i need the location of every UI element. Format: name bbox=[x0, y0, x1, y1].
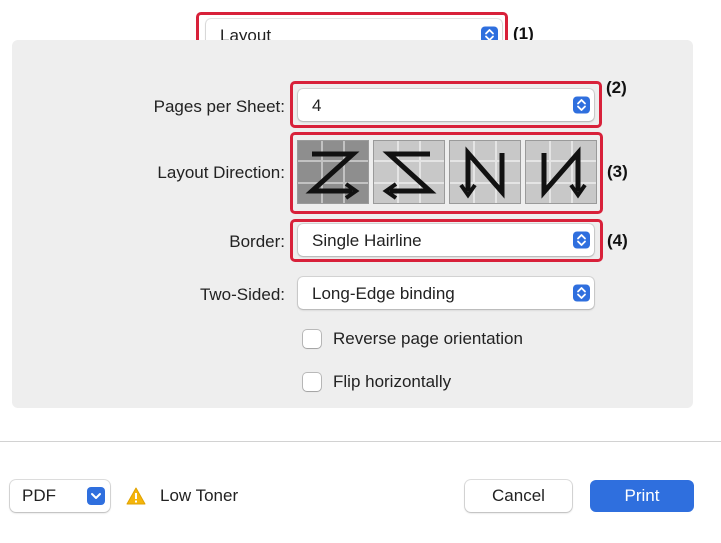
marker-4: (4) bbox=[607, 231, 628, 250]
flip-horizontally-checkbox[interactable] bbox=[303, 373, 321, 391]
footer-divider bbox=[0, 441, 721, 442]
highlight-box-3 bbox=[290, 132, 603, 214]
chevron-down-icon bbox=[87, 487, 105, 505]
marker-2: (2) bbox=[606, 78, 627, 97]
two-sided-popup[interactable]: Long-Edge binding bbox=[298, 277, 594, 309]
two-sided-label: Two-Sided: bbox=[199, 285, 285, 304]
low-toner-status: Low Toner bbox=[160, 486, 239, 505]
highlight-box-2 bbox=[290, 81, 602, 128]
marker-3: (3) bbox=[607, 162, 628, 181]
reverse-orientation-label: Reverse page orientation bbox=[333, 329, 523, 348]
cancel-button[interactable]: Cancel bbox=[465, 480, 572, 512]
reverse-orientation-checkbox[interactable] bbox=[303, 330, 321, 348]
pdf-menu-button[interactable]: PDF bbox=[10, 480, 110, 512]
print-button[interactable]: Print bbox=[590, 480, 694, 512]
popup-stepper-icon bbox=[573, 284, 590, 302]
layout-direction-label: Layout Direction: bbox=[157, 163, 285, 182]
highlight-box-4 bbox=[290, 219, 603, 262]
pages-per-sheet-label: Pages per Sheet: bbox=[153, 97, 285, 116]
flip-horizontally-label: Flip horizontally bbox=[333, 372, 452, 391]
warning-triangle-icon bbox=[126, 487, 146, 505]
border-label: Border: bbox=[229, 232, 285, 251]
pdf-button-label: PDF bbox=[22, 486, 56, 505]
two-sided-value: Long-Edge binding bbox=[312, 283, 455, 303]
